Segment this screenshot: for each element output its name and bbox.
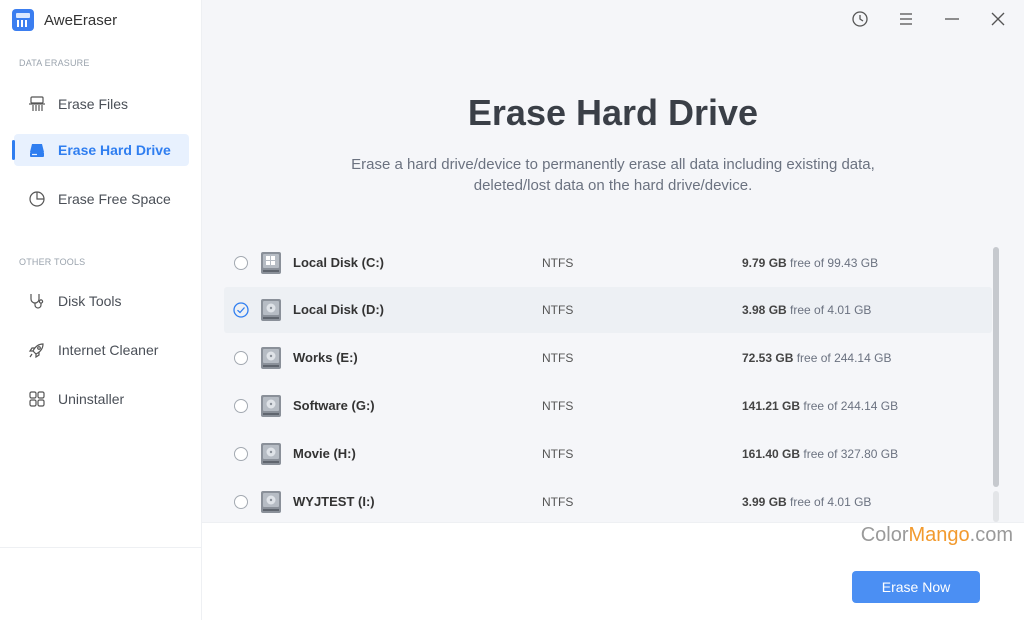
close-icon[interactable] <box>986 8 1010 30</box>
section-label-other-tools: OTHER TOOLS <box>19 257 86 267</box>
radio-button[interactable] <box>234 256 248 270</box>
sidebar-item-internet-cleaner[interactable]: Internet Cleaner <box>14 334 189 366</box>
disk-list-scrollbar[interactable] <box>992 247 1000 522</box>
disk-list: Local Disk (C:) NTFS 9.79 GB free of 99.… <box>224 240 992 522</box>
disk-row[interactable]: Movie (H:) NTFS 161.40 GB free of 327.80… <box>224 431 992 477</box>
disk-filesystem: NTFS <box>542 447 574 461</box>
checkmark-icon[interactable] <box>233 302 249 318</box>
scrollbar-thumb[interactable] <box>993 247 999 487</box>
radio-button[interactable] <box>234 351 248 365</box>
hard-disk-icon <box>260 442 282 466</box>
scrollbar-track[interactable] <box>993 491 999 522</box>
apps-grid-icon <box>28 390 46 408</box>
hard-disk-icon <box>260 490 282 514</box>
radio-button[interactable] <box>234 495 248 509</box>
disk-row[interactable]: Local Disk (C:) NTFS 9.79 GB free of 99.… <box>224 240 992 286</box>
hard-drive-icon <box>28 141 46 159</box>
radio-button[interactable] <box>234 447 248 461</box>
disk-total: free of 4.01 GB <box>790 303 872 317</box>
disk-name: Local Disk (C:) <box>293 255 385 270</box>
app-logo-icon <box>12 9 34 31</box>
sidebar-item-label: Erase Hard Drive <box>58 142 171 158</box>
disk-name: WYJTEST (I:) <box>293 494 375 509</box>
disk-total: free of 244.14 GB <box>803 399 899 413</box>
pie-chart-icon <box>28 190 46 208</box>
disk-filesystem: NTFS <box>542 399 574 413</box>
disk-row-selected[interactable]: Local Disk (D:) NTFS 3.98 GB free of 4.0… <box>224 287 992 333</box>
app-title-row: AweEraser <box>12 8 117 32</box>
disk-filesystem: NTFS <box>542 495 574 509</box>
sidebar-item-erase-hard-drive[interactable]: Erase Hard Drive <box>12 134 189 166</box>
hard-disk-icon <box>260 346 282 370</box>
stethoscope-icon <box>28 292 46 310</box>
watermark: ColorMango.com <box>861 524 1013 547</box>
disk-free: 3.99 GB <box>742 495 787 509</box>
rocket-icon <box>28 341 46 359</box>
disk-name: Software (G:) <box>293 398 375 413</box>
erase-now-button[interactable]: Erase Now <box>852 571 980 603</box>
history-icon[interactable] <box>848 8 872 30</box>
disk-name: Movie (H:) <box>293 446 356 461</box>
watermark-text-1: Color <box>860 524 909 546</box>
section-label-data-erasure: DATA ERASURE <box>19 58 90 68</box>
shredder-icon <box>28 95 46 113</box>
disk-total: free of 327.80 GB <box>803 447 899 461</box>
disk-free: 72.53 GB <box>742 351 794 365</box>
main-panel: Erase Hard Drive Erase a hard drive/devi… <box>202 0 1024 620</box>
hard-disk-icon <box>260 394 282 418</box>
disk-row[interactable]: Software (G:) NTFS 141.21 GB free of 244… <box>224 383 992 429</box>
disk-space: 3.99 GB free of 4.01 GB <box>742 495 871 509</box>
active-indicator <box>12 140 15 160</box>
page-title: Erase Hard Drive <box>467 92 759 133</box>
disk-space: 161.40 GB free of 327.80 GB <box>742 447 898 461</box>
sidebar-item-label: Erase Files <box>58 96 129 112</box>
sidebar-item-label: Internet Cleaner <box>58 342 159 358</box>
sidebar-item-label: Disk Tools <box>58 293 122 309</box>
sidebar-item-erase-free-space[interactable]: Erase Free Space <box>14 183 189 215</box>
sidebar-divider <box>0 547 202 548</box>
minimize-icon[interactable] <box>940 8 964 30</box>
disk-filesystem: NTFS <box>542 351 574 365</box>
page-subtitle: Erase a hard drive/device to permanently… <box>351 156 875 194</box>
disk-space: 3.98 GB free of 4.01 GB <box>742 303 871 317</box>
disk-space: 9.79 GB free of 99.43 GB <box>742 256 878 270</box>
sidebar-item-label: Uninstaller <box>58 391 125 407</box>
disk-free: 3.98 GB <box>742 303 787 317</box>
sidebar-item-label: Erase Free Space <box>58 191 171 207</box>
disk-filesystem: NTFS <box>542 303 574 317</box>
disk-filesystem: NTFS <box>542 256 574 270</box>
window-controls <box>848 8 1010 30</box>
disk-space: 141.21 GB free of 244.14 GB <box>742 399 898 413</box>
disk-total: free of 99.43 GB <box>790 256 879 270</box>
disk-row[interactable]: Works (E:) NTFS 72.53 GB free of 244.14 … <box>224 335 992 381</box>
sidebar: AweEraser DATA ERASURE Erase Files Erase… <box>0 0 202 620</box>
disk-total: free of 244.14 GB <box>796 351 892 365</box>
sidebar-item-uninstaller[interactable]: Uninstaller <box>14 383 189 415</box>
disk-row[interactable]: WYJTEST (I:) NTFS 3.99 GB free of 4.01 G… <box>224 479 992 522</box>
menu-icon[interactable] <box>894 8 918 30</box>
app-name: AweEraser <box>44 11 118 29</box>
sidebar-item-erase-files[interactable]: Erase Files <box>14 88 189 120</box>
disk-total: free of 4.01 GB <box>790 495 872 509</box>
disk-free: 141.21 GB <box>742 399 801 413</box>
watermark-text-3: .com <box>969 524 1013 546</box>
disk-name: Local Disk (D:) <box>293 302 385 317</box>
hard-disk-icon <box>260 298 282 322</box>
disk-space: 72.53 GB free of 244.14 GB <box>742 351 891 365</box>
watermark-text-2: Mango <box>908 524 970 546</box>
disk-free: 9.79 GB <box>742 256 787 270</box>
disk-name: Works (E:) <box>293 350 358 365</box>
system-disk-icon <box>260 251 282 275</box>
disk-free: 161.40 GB <box>742 447 801 461</box>
radio-button[interactable] <box>234 399 248 413</box>
sidebar-item-disk-tools[interactable]: Disk Tools <box>14 285 189 317</box>
